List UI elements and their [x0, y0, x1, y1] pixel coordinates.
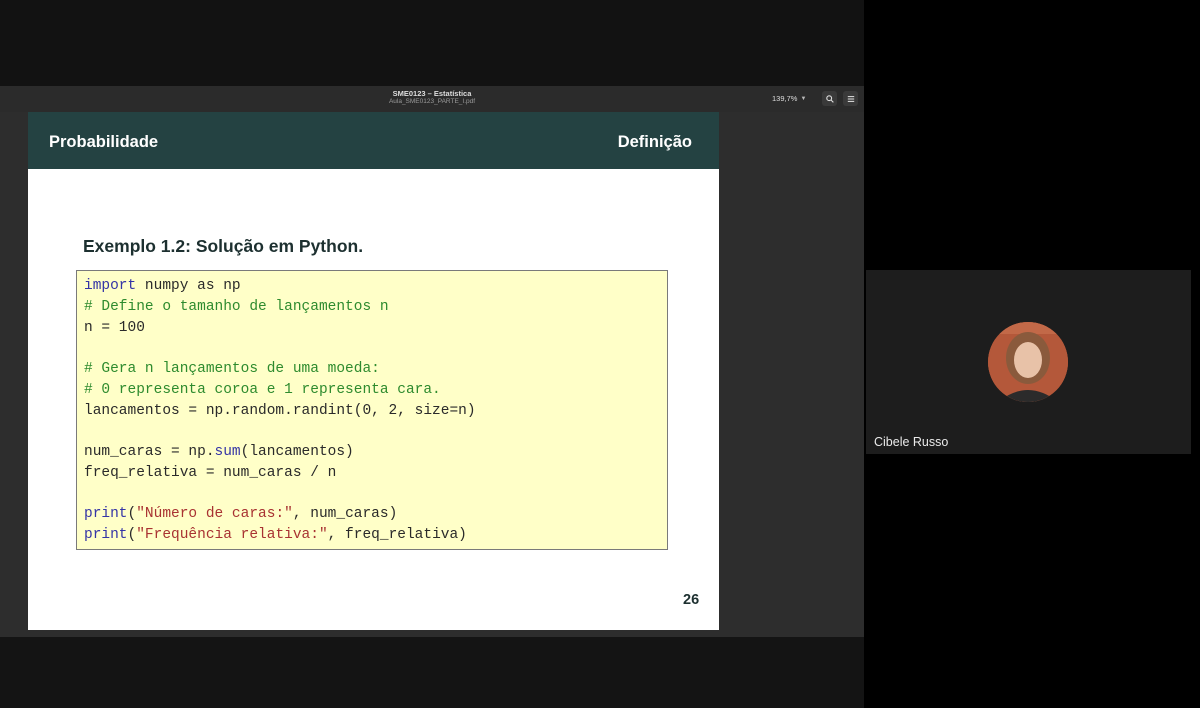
code-line: print("Número de caras:", num_caras): [84, 504, 397, 524]
code-text: (: [127, 527, 137, 543]
slide-subsection-title: Definição: [617, 133, 692, 151]
code-keyword: import: [84, 278, 137, 294]
code-text: , freq_relativa): [327, 527, 467, 543]
example-title: Exemplo 1.2: Solução em Python.: [83, 236, 364, 256]
code-line: n = 100: [84, 320, 145, 336]
code-keyword: sum: [214, 444, 241, 460]
participant-avatar: [988, 322, 1068, 402]
code-text: (: [127, 506, 137, 522]
code-comment-line: # Gera n lançamentos de uma moeda:: [84, 361, 380, 377]
pdf-viewer-header: SME0123 – Estatística Aula_SME0123_PARTE…: [0, 86, 864, 113]
share-bottom-blank: [0, 637, 864, 708]
zoom-level: 139,7%: [772, 94, 798, 103]
code-string: "Número de caras:": [136, 506, 293, 522]
slide-header: Probabilidade Definição: [28, 112, 719, 169]
avatar-photo-icon: [988, 322, 1068, 402]
screen-share-area: SME0123 – Estatística Aula_SME0123_PARTE…: [0, 0, 864, 708]
slide-page-number: 26: [683, 592, 700, 608]
code-line: freq_relativa = num_caras / n: [84, 465, 337, 481]
code-line: import numpy as np: [84, 276, 241, 296]
code-line: num_caras = np.sum(lancamentos): [84, 442, 354, 462]
slide-page: Probabilidade Definição Exemplo 1.2: Sol…: [28, 112, 719, 630]
slide-section-title: Probabilidade: [49, 133, 159, 151]
code-line: print("Frequência relativa:", freq_relat…: [84, 525, 467, 545]
search-icon: [825, 94, 834, 103]
share-top-blank: [0, 0, 864, 86]
code-block: import numpy as np # Define o tamanho de…: [76, 270, 668, 550]
viewer-title-block: SME0123 – Estatística Aula_SME0123_PARTE…: [0, 90, 864, 105]
hamburger-menu-icon: [847, 95, 854, 102]
code-text: (lancamentos): [240, 444, 354, 460]
code-string: "Frequência relativa:": [136, 527, 328, 543]
viewer-title: SME0123 – Estatística: [392, 89, 472, 98]
code-text: , num_caras): [292, 506, 398, 522]
search-button[interactable]: [822, 91, 837, 106]
code-comment-line: # 0 representa coroa e 1 representa cara…: [84, 382, 441, 398]
zoom-dropdown[interactable]: 139,7% ▼: [772, 91, 816, 106]
chevron-down-icon: ▼: [800, 95, 807, 102]
menu-button[interactable]: [843, 91, 858, 106]
viewer-subtitle: Aula_SME0123_PARTE_I.pdf: [388, 97, 476, 105]
code-text: numpy as np: [136, 278, 241, 294]
code-comment-line: # Define o tamanho de lançamentos n: [84, 299, 389, 315]
code-keyword: print: [84, 506, 128, 522]
participant-name: Cibele Russo: [874, 435, 949, 449]
code-keyword: print: [84, 527, 128, 543]
code-line: lancamentos = np.random.randint(0, 2, si…: [84, 403, 476, 419]
participant-tile[interactable]: Cibele Russo: [866, 270, 1191, 454]
code-text: num_caras = np.: [84, 444, 215, 460]
